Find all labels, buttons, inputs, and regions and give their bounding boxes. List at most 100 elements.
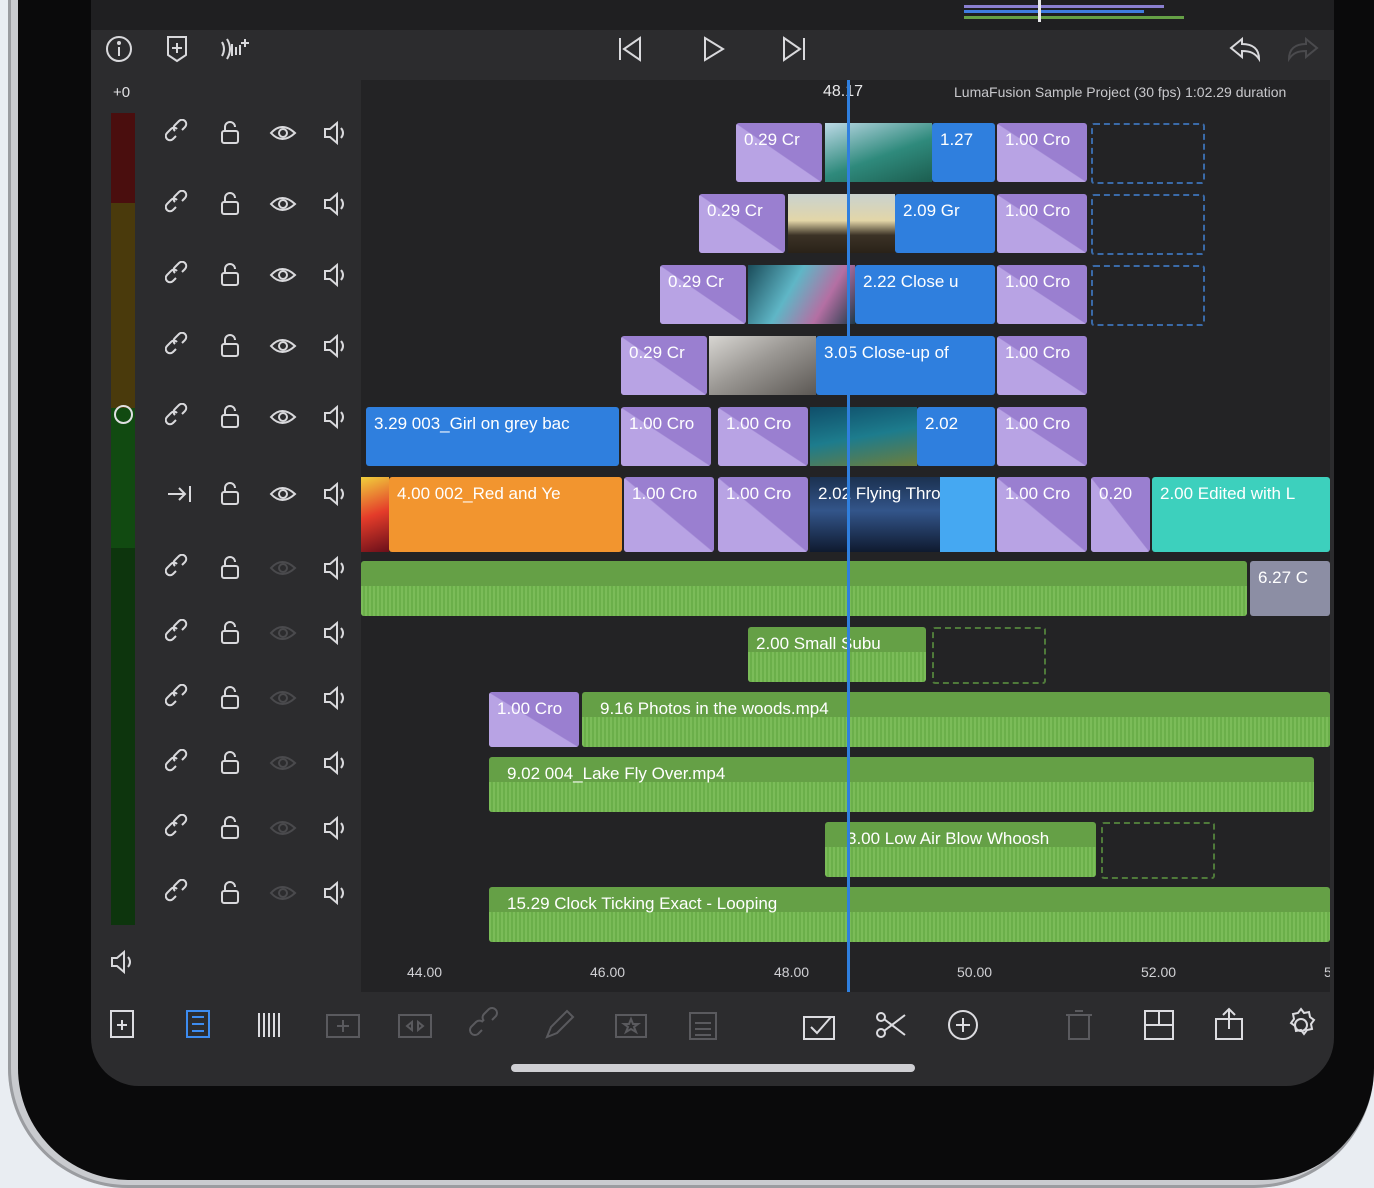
speaker-icon[interactable] xyxy=(321,814,349,842)
speaker-icon[interactable] xyxy=(321,619,349,647)
delete-icon[interactable] xyxy=(1059,1005,1099,1045)
video-clip[interactable]: 3.05 Close-up of xyxy=(816,336,995,395)
audio-clip[interactable]: 9.16 Photos in the woods.mp4 xyxy=(582,692,1330,747)
speaker-icon[interactable] xyxy=(321,190,349,218)
lock-icon[interactable] xyxy=(217,190,245,218)
video-clip[interactable]: 1.27 xyxy=(932,123,995,182)
lock-icon[interactable] xyxy=(217,403,245,431)
timeline-overview[interactable] xyxy=(91,0,1334,30)
clipboard-icon[interactable] xyxy=(683,1005,723,1045)
link-icon[interactable] xyxy=(467,1005,507,1045)
transition-clip[interactable]: 1.00 Cro xyxy=(997,477,1087,552)
link-icon[interactable] xyxy=(165,119,193,147)
speaker-icon[interactable] xyxy=(321,480,349,508)
eye-icon[interactable] xyxy=(269,684,297,712)
transition-clip[interactable]: 1.00 Cro xyxy=(997,123,1087,182)
link-icon[interactable] xyxy=(165,619,193,647)
transition-clip[interactable]: 1.00 Cro xyxy=(997,407,1087,466)
master-volume-icon[interactable] xyxy=(106,945,140,979)
empty-audio-slot[interactable] xyxy=(932,627,1046,684)
lock-icon[interactable] xyxy=(217,261,245,289)
overview-playhead[interactable] xyxy=(1038,0,1041,22)
lock-icon[interactable] xyxy=(217,814,245,842)
audio-clip[interactable]: 9.02 004_Lake Fly Over.mp4 xyxy=(489,757,1314,812)
eye-icon[interactable] xyxy=(269,554,297,582)
link-icon[interactable] xyxy=(165,403,193,431)
lock-icon[interactable] xyxy=(217,332,245,360)
speaker-icon[interactable] xyxy=(321,684,349,712)
speaker-icon[interactable] xyxy=(321,554,349,582)
transition-clip[interactable]: 0.29 Cr xyxy=(660,265,746,324)
audio-clip[interactable]: 2.00 Small Subu xyxy=(748,627,926,682)
lock-icon[interactable] xyxy=(217,619,245,647)
link-icon[interactable] xyxy=(165,684,193,712)
skip-forward-icon[interactable] xyxy=(777,32,811,66)
lock-icon[interactable] xyxy=(217,119,245,147)
add-clip-icon[interactable] xyxy=(323,1005,363,1045)
transition-clip[interactable]: 1.00 Cro xyxy=(997,265,1087,324)
lock-icon[interactable] xyxy=(217,684,245,712)
speaker-icon[interactable] xyxy=(321,119,349,147)
share-icon[interactable] xyxy=(1209,1005,1249,1045)
timeline[interactable]: 48.17 LumaFusion Sample Project (30 fps)… xyxy=(361,80,1330,992)
empty-clip-slot[interactable] xyxy=(1091,194,1205,255)
overwrite-icon[interactable] xyxy=(395,1005,435,1045)
link-icon[interactable] xyxy=(165,332,193,360)
speaker-icon[interactable] xyxy=(321,332,349,360)
edit-icon[interactable] xyxy=(539,1005,579,1045)
transition-clip[interactable]: 0.20 xyxy=(1091,477,1150,552)
title-clip[interactable]: 4.00 002_Red and Ye xyxy=(389,477,622,552)
transition-clip[interactable]: 1.00 Cro xyxy=(718,407,808,466)
link-icon[interactable] xyxy=(165,554,193,582)
speaker-icon[interactable] xyxy=(321,879,349,907)
eye-icon[interactable] xyxy=(269,814,297,842)
transition-clip[interactable]: 0.29 Cr xyxy=(699,194,785,253)
link-icon[interactable] xyxy=(165,749,193,777)
transition-clip[interactable]: 1.00 Cro xyxy=(997,194,1087,253)
select-icon[interactable] xyxy=(799,1005,839,1045)
volume-knob[interactable] xyxy=(114,405,133,424)
link-icon[interactable] xyxy=(165,190,193,218)
lock-icon[interactable] xyxy=(217,480,245,508)
info-icon[interactable] xyxy=(102,32,136,66)
lock-icon[interactable] xyxy=(217,749,245,777)
video-clip[interactable]: 3.29 003_Girl on grey bac xyxy=(366,407,619,466)
eye-icon[interactable] xyxy=(269,749,297,777)
audio-clip[interactable]: 3.00 Low Air Blow Whoosh xyxy=(825,822,1096,877)
empty-clip-slot[interactable] xyxy=(1091,123,1205,184)
eye-icon[interactable] xyxy=(269,403,297,431)
transition-clip[interactable]: 1.00 Cro xyxy=(997,336,1087,395)
layout-icon[interactable] xyxy=(1139,1005,1179,1045)
transition-clip[interactable]: 1.00 Cro xyxy=(621,407,711,466)
lock-icon[interactable] xyxy=(217,554,245,582)
eye-icon[interactable] xyxy=(269,261,297,289)
eye-icon[interactable] xyxy=(269,190,297,218)
link-icon[interactable] xyxy=(165,261,193,289)
eye-icon[interactable] xyxy=(269,480,297,508)
audio-clip[interactable]: 6.27 C xyxy=(1250,561,1330,616)
title-clip[interactable]: 2.00 Edited with L xyxy=(1152,477,1330,552)
audio-clip[interactable]: 15.29 Clock Ticking Exact - Looping xyxy=(489,887,1330,942)
transition-clip[interactable]: 1.00 Cro xyxy=(624,477,714,552)
skip-back-icon[interactable] xyxy=(613,32,647,66)
track-headers-icon[interactable] xyxy=(179,1005,219,1045)
undo-icon[interactable] xyxy=(1228,32,1262,66)
home-indicator[interactable] xyxy=(511,1064,915,1072)
arrow-right-icon[interactable] xyxy=(165,480,193,508)
speaker-icon[interactable] xyxy=(321,749,349,777)
empty-audio-slot[interactable] xyxy=(1101,822,1215,879)
video-clip[interactable]: 2.22 Close u xyxy=(855,265,995,324)
favorite-icon[interactable] xyxy=(611,1005,651,1045)
link-icon[interactable] xyxy=(165,814,193,842)
speaker-icon[interactable] xyxy=(321,403,349,431)
audio-clip[interactable] xyxy=(361,561,1247,616)
add-marker-icon[interactable] xyxy=(160,32,194,66)
eye-icon[interactable] xyxy=(269,119,297,147)
empty-clip-slot[interactable] xyxy=(1091,265,1205,326)
voiceover-icon[interactable] xyxy=(218,32,252,66)
link-icon[interactable] xyxy=(165,879,193,907)
transition-clip[interactable]: 1.00 Cro xyxy=(718,477,808,552)
lock-icon[interactable] xyxy=(217,879,245,907)
eye-icon[interactable] xyxy=(269,879,297,907)
settings-icon[interactable] xyxy=(1281,1005,1321,1045)
